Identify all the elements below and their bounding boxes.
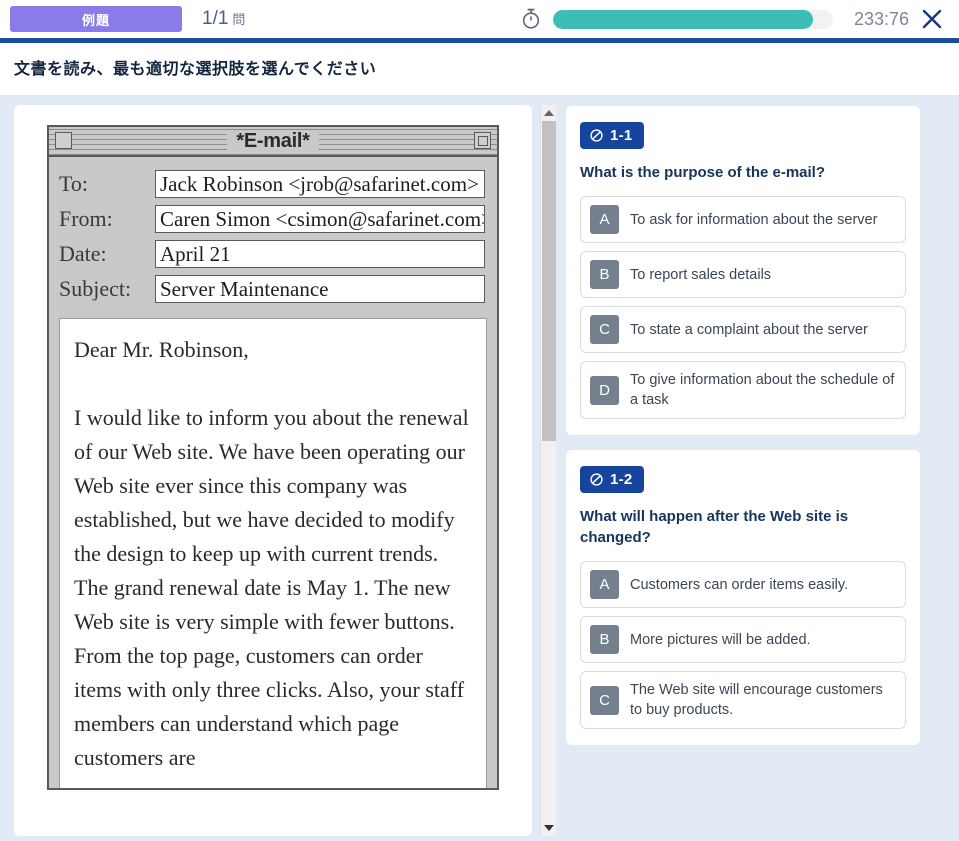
option-key: A: [590, 570, 619, 599]
email-subject-value: Server Maintenance: [155, 275, 485, 303]
document-pane: *E-mail* To: Jack Robinson <jrob@safarin…: [0, 105, 556, 841]
question-title-1-2: What will happen after the Web site is c…: [580, 508, 849, 546]
questions-pane: 1-1 What is the purpose of the e-mail? A…: [556, 105, 959, 841]
option-label: To state a complaint about the server: [630, 321, 868, 338]
option-label: To report sales details: [630, 266, 772, 283]
option-key: A: [590, 205, 619, 234]
email-to-value: Jack Robinson <jrob@safarinet.com>: [155, 170, 485, 198]
instruction-text: 文書を読み、最も適切な選択肢を選んでください: [0, 38, 959, 95]
email-window-titlebar: *E-mail*: [49, 127, 497, 157]
option-label: To ask for information about the server: [630, 211, 878, 228]
option-1-1-b[interactable]: B To report sales details: [580, 251, 906, 298]
option-label: More pictures will be added.: [630, 631, 811, 648]
question-badge-1-2: 1-2: [580, 466, 644, 493]
option-key: C: [590, 685, 619, 715]
option-1-2-b[interactable]: B More pictures will be added.: [580, 616, 906, 663]
close-icon: [922, 9, 942, 29]
document-scroll-region: *E-mail* To: Jack Robinson <jrob@safarin…: [14, 105, 532, 836]
email-paragraph: I would like to inform you about the ren…: [74, 405, 469, 770]
caret-down-icon[interactable]: [541, 820, 557, 836]
question-title-1-1: What is the purpose of the e-mail?: [580, 164, 826, 181]
circle-slash-icon: [590, 129, 603, 142]
email-window-title: *E-mail*: [227, 129, 319, 153]
option-key: D: [590, 375, 619, 405]
email-greeting: Dear Mr. Robinson,: [74, 337, 249, 362]
option-key: C: [590, 315, 619, 344]
email-from-value: Caren Simon <csimon@safarinet.com>: [155, 205, 485, 233]
topbar-underline: [0, 38, 959, 43]
caret-up-icon[interactable]: [541, 105, 557, 121]
close-button[interactable]: [917, 4, 947, 34]
email-date-value: April 21: [155, 240, 485, 268]
option-label: Customers can order items easily.: [630, 576, 849, 593]
timer-area: 233:76: [519, 7, 909, 31]
stopwatch-icon: [519, 7, 543, 31]
timer-progress-fill: [553, 9, 814, 29]
circle-slash-icon: [590, 473, 603, 486]
email-to-label: To:: [59, 171, 89, 196]
option-label: To give information about the schedule o…: [630, 372, 895, 408]
email-body: Dear Mr. Robinson, I would like to infor…: [59, 318, 487, 788]
timer-progress-bar: [553, 9, 833, 29]
email-window: *E-mail* To: Jack Robinson <jrob@safarin…: [47, 125, 499, 790]
option-1-2-c[interactable]: C The Web site will encourage customers …: [580, 671, 906, 729]
top-bar: 例題 1/1 問 233:76: [0, 0, 959, 43]
window-close-box-icon: [55, 132, 72, 149]
question-options-1-2: A Customers can order items easily. B Mo…: [580, 561, 906, 729]
question-counter-number: 1/1: [202, 8, 229, 29]
option-1-1-c[interactable]: C To state a complaint about the server: [580, 306, 906, 353]
email-subject-label: Subject:: [59, 276, 132, 301]
email-field-row: Date: April 21: [59, 240, 485, 268]
question-counter-unit: 問: [232, 12, 246, 27]
email-from-label: From:: [59, 206, 113, 231]
question-options-1-1: A To ask for information about the serve…: [580, 196, 906, 419]
questions-scroll-region: 1-1 What is the purpose of the e-mail? A…: [565, 105, 935, 836]
question-badge-label-1-2: 1-2: [610, 471, 633, 488]
question-card-1-2: 1-2 What will happen after the Web site …: [565, 449, 921, 746]
document-scrollbar-thumb[interactable]: [542, 121, 556, 441]
email-field-row: From: Caren Simon <csimon@safarinet.com>: [59, 205, 485, 233]
example-badge: 例題: [10, 6, 182, 32]
question-badge-1-1: 1-1: [580, 122, 644, 149]
option-label: The Web site will encourage customers to…: [630, 682, 883, 718]
email-date-label: Date:: [59, 241, 107, 266]
main-content: *E-mail* To: Jack Robinson <jrob@safarin…: [0, 95, 959, 841]
document-scrollbar[interactable]: [540, 105, 556, 836]
question-badge-label-1-1: 1-1: [610, 127, 633, 144]
question-counter: 1/1 問: [202, 8, 245, 30]
option-key: B: [590, 260, 619, 289]
option-key: B: [590, 625, 619, 654]
email-field-row: Subject: Server Maintenance: [59, 275, 485, 303]
option-1-2-a[interactable]: A Customers can order items easily.: [580, 561, 906, 608]
window-zoom-box-icon: [474, 132, 491, 149]
option-1-1-a[interactable]: A To ask for information about the serve…: [580, 196, 906, 243]
option-1-1-d[interactable]: D To give information about the schedule…: [580, 361, 906, 419]
email-field-row: To: Jack Robinson <jrob@safarinet.com>: [59, 170, 485, 198]
timer-value: 233:76: [853, 8, 909, 29]
question-card-1-1: 1-1 What is the purpose of the e-mail? A…: [565, 105, 921, 436]
document-card: *E-mail* To: Jack Robinson <jrob@safarin…: [14, 105, 532, 836]
email-header-fields: To: Jack Robinson <jrob@safarinet.com> F…: [49, 157, 497, 318]
